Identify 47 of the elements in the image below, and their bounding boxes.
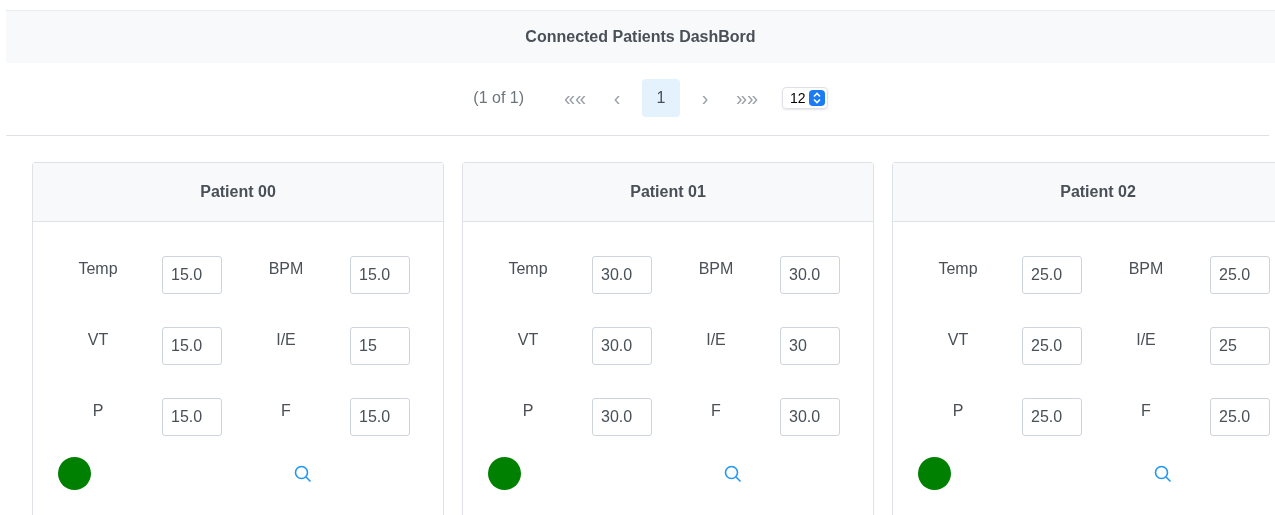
search-icon[interactable] [723, 463, 743, 484]
value-field[interactable]: 30 [780, 327, 840, 365]
search-icon[interactable] [1153, 463, 1173, 484]
field-label: P [951, 402, 965, 420]
search-icon[interactable] [293, 463, 313, 484]
value-field[interactable]: 15.0 [162, 327, 222, 365]
patient-name: Patient 00 [33, 163, 443, 222]
value-field[interactable]: 15.0 [162, 256, 222, 294]
field-label: BPM [1127, 260, 1165, 278]
field-label: F [280, 402, 292, 420]
patient-name: Patient 02 [893, 163, 1275, 222]
field-label: Temp [77, 260, 119, 278]
field-label: F [1140, 402, 1152, 420]
field-label: P [91, 402, 105, 420]
value-field[interactable]: 30.0 [780, 398, 840, 436]
page-report: (1 of 1) [473, 89, 525, 107]
value-field[interactable]: 25.0 [1022, 256, 1082, 294]
value-field[interactable]: 25.0 [1022, 398, 1082, 436]
value-field[interactable]: 15.0 [350, 256, 410, 294]
value-field[interactable]: 30.0 [592, 398, 652, 436]
field-label: I/E [705, 331, 727, 349]
rows-per-page-select[interactable]: 12 [782, 87, 828, 109]
value-field[interactable]: 25.0 [1022, 327, 1082, 365]
field-label: Temp [937, 260, 979, 278]
value-field[interactable]: 25 [1210, 327, 1270, 365]
field-label: VT [86, 331, 110, 349]
field-label: VT [516, 331, 540, 349]
page-button[interactable]: 1 [642, 79, 681, 117]
value-field[interactable]: 30.0 [780, 256, 840, 294]
field-label: VT [946, 331, 970, 349]
value-field[interactable]: 25.0 [1210, 256, 1270, 294]
value-field[interactable]: 15.0 [350, 398, 410, 436]
patient-name: Patient 01 [463, 163, 873, 222]
dashboard-title: Connected Patients DashBord [525, 28, 756, 46]
field-label: I/E [1135, 331, 1157, 349]
value-field[interactable]: 15 [350, 327, 410, 365]
field-label: I/E [275, 331, 297, 349]
field-label: BPM [697, 260, 735, 278]
field-label: F [710, 402, 722, 420]
value-field[interactable]: 25.0 [1210, 398, 1270, 436]
field-label: BPM [267, 260, 305, 278]
stepper-icon [808, 90, 825, 106]
field-label: Temp [507, 260, 549, 278]
value-field[interactable]: 30.0 [592, 256, 652, 294]
value-field[interactable]: 15.0 [162, 398, 222, 436]
field-label: P [521, 402, 535, 420]
value-field[interactable]: 30.0 [592, 327, 652, 365]
